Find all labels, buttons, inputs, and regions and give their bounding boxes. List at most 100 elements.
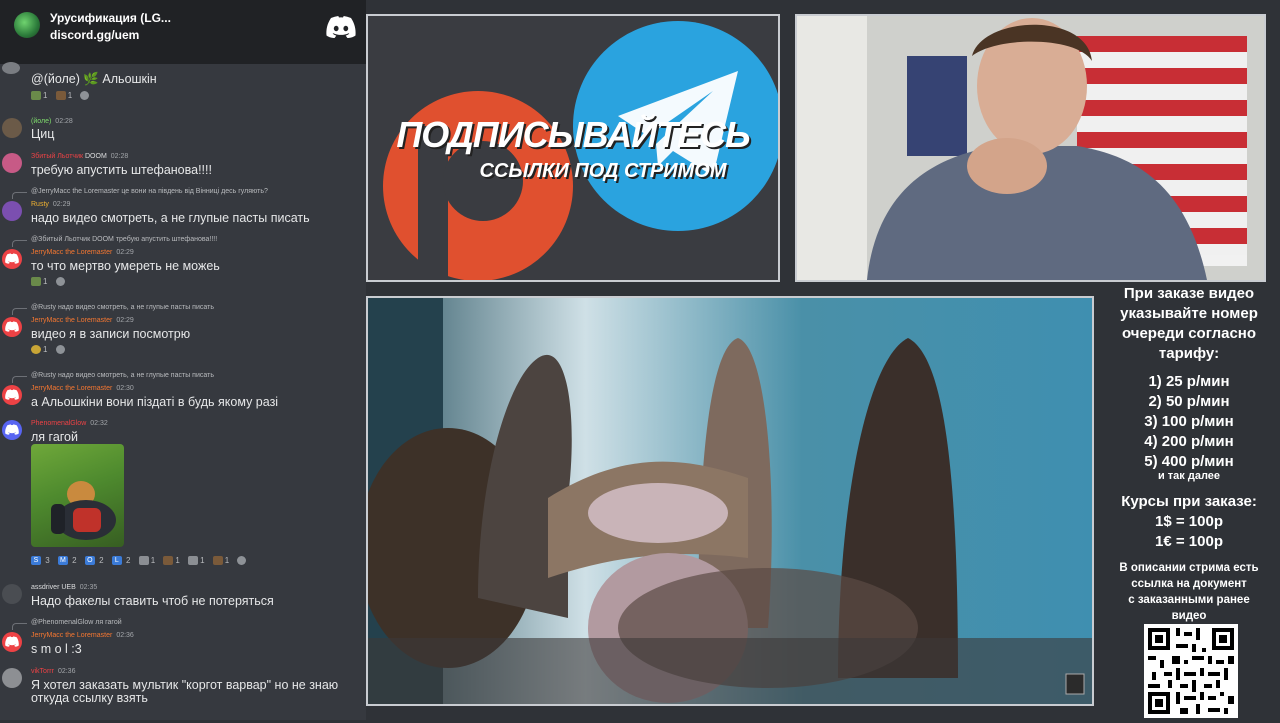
emoji-icon	[31, 91, 41, 101]
emoji-icon: M	[57, 556, 68, 566]
message-text: то что мертво умереть не можеь	[31, 259, 220, 273]
reaction-bar: 1	[31, 345, 65, 355]
exchange-rates: Курсы при заказе: 1$ = 100р 1€ = 100р	[1121, 493, 1257, 550]
message-text: требую апустить штефанова!!!!	[31, 163, 212, 177]
reaction-button[interactable]: 1	[31, 345, 47, 355]
tariff-item: 1) 25 р/мин	[1148, 373, 1230, 390]
message-text: видео я в записи посмотрю	[31, 327, 191, 341]
message-meta: vikTorrr 02:36	[31, 668, 75, 675]
server-name: Урусификация (LG...	[50, 11, 171, 25]
reaction-button[interactable]: O 2	[84, 556, 104, 566]
reply-preview[interactable]: @PhenomenalGlow ля гагой	[31, 619, 122, 626]
timestamp: 02:36	[116, 632, 134, 639]
message-text: Циц	[31, 127, 55, 141]
timestamp: 02:28	[110, 153, 129, 160]
message-meta: JerryMacc the Loremaster 02:29	[31, 317, 134, 324]
username[interactable]: Rusty	[31, 201, 49, 208]
avatar	[2, 153, 22, 173]
timestamp: 02:29	[52, 201, 71, 208]
discord-avatar-icon	[5, 321, 19, 332]
username[interactable]: JerryMacc the Loremaster	[31, 632, 112, 639]
avatar	[2, 118, 22, 138]
add-reaction-icon[interactable]	[237, 556, 247, 566]
discord-logo-icon	[326, 16, 356, 38]
qr-code-icon	[1144, 624, 1238, 718]
reply-preview[interactable]: @JerryMacc the Loremaster це вони на пів…	[31, 188, 268, 195]
discord-header: Урусификация (LG... discord.gg/uem	[0, 0, 366, 64]
message-text: Надо факелы ставить чтоб не потеряться	[31, 594, 274, 608]
add-reaction-icon[interactable]	[55, 277, 65, 287]
emoji-icon	[188, 556, 199, 566]
avatar	[2, 584, 22, 604]
username[interactable]: vikTorrr	[31, 668, 54, 675]
avatar	[2, 249, 22, 269]
reaction-button[interactable]: 1	[212, 556, 229, 566]
reaction-button[interactable]: L 2	[111, 556, 130, 566]
username[interactable]: (йоле)	[31, 118, 51, 125]
tariff-item: 5) 400 р/мин	[1144, 453, 1234, 470]
emoji-icon	[31, 277, 41, 287]
reaction-bar: 1 1	[31, 91, 90, 101]
reaction-button[interactable]: 1	[138, 556, 155, 566]
reaction-button[interactable]: 1	[31, 277, 47, 287]
reply-preview[interactable]: @Rusty надо видео смотреть, а не глупые …	[31, 372, 214, 379]
qr-code	[1144, 624, 1238, 718]
emoji-icon: S	[31, 556, 41, 566]
message-meta: (йоле) 02:28	[31, 118, 73, 125]
discord-avatar-icon	[5, 636, 19, 647]
tariff-item: 2) 50 р/мин	[1148, 393, 1230, 410]
user-tag: UEB	[61, 584, 76, 591]
reaction-bar: S 3 M 2 O 2 L 2 1 1 1 1	[31, 556, 247, 566]
username[interactable]: PhenomenalGlow	[31, 420, 86, 427]
username[interactable]: assdriver	[31, 584, 59, 591]
timestamp: 02:35	[79, 584, 98, 591]
username[interactable]: JerryMacc the Loremaster	[31, 249, 112, 256]
user-tag: DOOM	[85, 153, 107, 160]
discord-avatar-icon	[5, 253, 19, 264]
server-invite-link[interactable]: discord.gg/uem	[50, 28, 139, 42]
webcam-feed	[795, 14, 1266, 282]
avatar	[2, 420, 22, 440]
server-icon	[14, 12, 40, 38]
timestamp: 02:36	[57, 668, 76, 675]
reaction-button[interactable]: 1	[55, 91, 72, 101]
emoji-icon	[55, 91, 66, 101]
message-meta: assdriver UEB 02:35	[31, 584, 97, 591]
reaction-bar: 1	[31, 277, 65, 287]
reaction-button[interactable]: S 3	[31, 556, 50, 566]
message-text: а Альошкіни вони піздаті в будь якому ра…	[31, 395, 279, 409]
clay-figurines-scene	[368, 298, 1092, 704]
username[interactable]: Збитый Льотчик	[31, 153, 83, 160]
message-text: надо видео смотреть, а не глупые пасты п…	[31, 211, 310, 225]
avatar	[2, 201, 22, 221]
promo-banner: ПОДПИСЫВАЙТЕСЬ ССЫЛКИ ПОД СТРИМОМ	[366, 14, 780, 282]
message-meta: JerryMacc the Loremaster 02:29	[31, 249, 134, 256]
reaction-button[interactable]: 1	[31, 91, 47, 101]
username[interactable]: JerryMacc the Loremaster	[31, 385, 112, 392]
avatar	[2, 62, 20, 74]
message-text: s m o l :3	[31, 642, 82, 656]
add-reaction-icon[interactable]	[55, 345, 65, 355]
main-video	[366, 296, 1094, 706]
reaction-button[interactable]: M 2	[57, 556, 77, 566]
discord-avatar-icon	[5, 424, 19, 435]
emoji-icon: L	[111, 556, 122, 566]
attached-image[interactable]	[31, 444, 124, 547]
message-text: Я хотел заказать мультик "коргот варвар"…	[31, 678, 339, 692]
add-reaction-icon[interactable]	[80, 91, 90, 101]
watermark-icon	[1065, 673, 1085, 695]
username[interactable]: JerryMacc the Loremaster	[31, 317, 112, 324]
reply-preview[interactable]: @Rusty надо видео смотреть, а не глупые …	[31, 304, 214, 311]
emoji-icon	[31, 345, 41, 355]
reaction-button[interactable]: 1	[163, 556, 180, 566]
cat-photo	[51, 481, 116, 540]
avatar	[2, 385, 22, 405]
message-meta: Збитый Льотчик DOOM 02:28	[31, 153, 128, 160]
discord-avatar-icon	[5, 389, 19, 400]
tariff-etc: и так далее	[1157, 470, 1221, 482]
timestamp: 02:28	[55, 118, 73, 125]
reply-preview[interactable]: @Збитый Льотчик DOOM требую апустить ште…	[31, 236, 217, 243]
reply-connector	[12, 308, 27, 315]
reaction-button[interactable]: 1	[188, 556, 205, 566]
tariff-list: 1) 25 р/мин 2) 50 р/мин 3) 100 р/мин 4) …	[1098, 372, 1280, 472]
